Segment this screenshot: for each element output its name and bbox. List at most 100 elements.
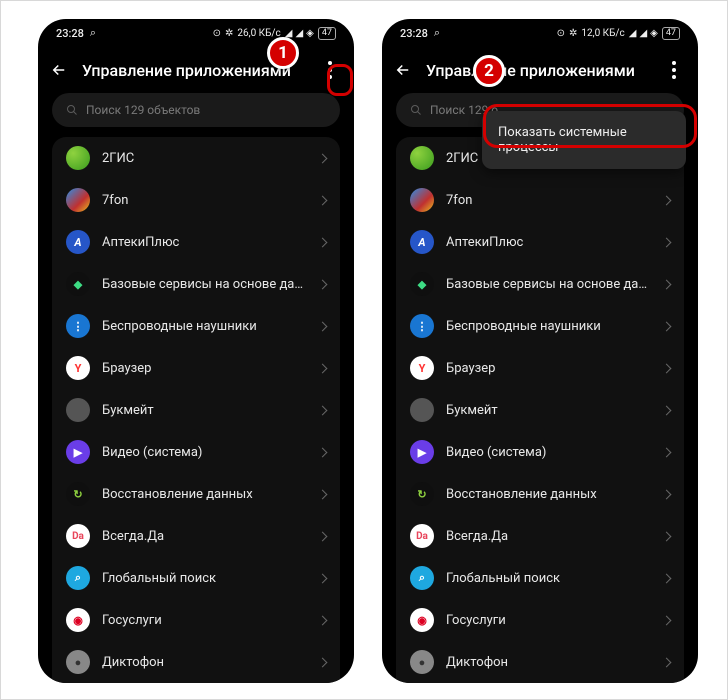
app-row[interactable]: ↻Восстановление данных: [396, 473, 684, 515]
app-name-label: Браузер: [446, 361, 651, 376]
chevron-right-icon: [318, 405, 328, 415]
alarm-icon: ⊙: [557, 28, 565, 39]
status-time: 23:28: [400, 27, 428, 40]
app-icon: Da: [66, 524, 90, 548]
page-title: Управление приложениями: [426, 61, 648, 80]
app-name-label: 7fon: [102, 193, 307, 208]
status-bar: 23:28 ⌕ ⊙ ✲ 26,0 КБ/с ◢ ◢ ◈ 47: [38, 19, 354, 47]
chevron-right-icon: [318, 321, 328, 331]
app-icon: ▶: [410, 440, 434, 464]
app-name-label: Базовые сервисы на основе данных: [446, 277, 651, 292]
app-row[interactable]: ◉Госуслуги: [52, 599, 340, 641]
app-row[interactable]: A АптекиПлюс: [52, 221, 340, 263]
app-icon: ⋮: [410, 314, 434, 338]
back-button[interactable]: [50, 61, 68, 79]
app-row[interactable]: YБраузер: [52, 347, 340, 389]
app-icon: Da: [410, 524, 434, 548]
chevron-right-icon: [318, 195, 328, 205]
app-icon: ⌕: [66, 566, 90, 590]
net-speed: 26,0 КБ/с: [237, 28, 280, 39]
chevron-right-icon: [318, 531, 328, 541]
app-name-label: АптекиПлюс: [446, 235, 651, 250]
app-name-label: Госуслуги: [446, 613, 651, 628]
app-row[interactable]: A АптекиПлюс: [396, 221, 684, 263]
app-row[interactable]: ▶ Видео (система): [396, 431, 684, 473]
app-icon: [410, 146, 434, 170]
chevron-right-icon: [318, 447, 328, 457]
phone-screenshot-1: 23:28 ⌕ ⊙ ✲ 26,0 КБ/с ◢ ◢ ◈ 47 Управлени…: [38, 19, 354, 683]
search-icon: [410, 104, 422, 116]
app-row[interactable]: ● Диктофон: [396, 641, 684, 683]
app-row[interactable]: Букмейт: [396, 389, 684, 431]
app-row[interactable]: ●Диктофон: [52, 641, 340, 683]
app-header: Управление приложениями: [382, 47, 698, 93]
app-row[interactable]: ↻Восстановление данных: [52, 473, 340, 515]
app-name-label: Восстановление данных: [102, 487, 307, 502]
app-icon: ●: [410, 650, 434, 674]
app-row[interactable]: YБраузер: [396, 347, 684, 389]
app-icon: [66, 398, 90, 422]
app-header: Управление приложениями: [38, 47, 354, 93]
app-row[interactable]: Da Всегда.Да: [396, 515, 684, 557]
app-icon: Y: [66, 356, 90, 380]
chevron-right-icon: [318, 615, 328, 625]
app-row[interactable]: ⌕ Глобальный поиск: [52, 557, 340, 599]
app-list-1: 2ГИС 7fon A АптекиПлюс ◆Базовые сервисы на о…: [52, 137, 340, 683]
chevron-right-icon: [318, 573, 328, 583]
chevron-right-icon: [662, 405, 672, 415]
app-icon: [410, 188, 434, 212]
app-row[interactable]: ▶Видео (система): [52, 431, 340, 473]
app-row[interactable]: ⌕ Глобальный поиск: [396, 557, 684, 599]
app-icon: [410, 398, 434, 422]
app-name-label: Всегда.Да: [446, 529, 651, 544]
battery-indicator: 47: [318, 27, 336, 40]
chevron-right-icon: [318, 363, 328, 373]
signal-icon-2: ◢: [639, 28, 646, 39]
chevron-right-icon: [318, 279, 328, 289]
bluetooth-icon: ✲: [225, 28, 233, 39]
app-name-label: АптекиПлюс: [102, 235, 307, 250]
chevron-right-icon: [662, 489, 672, 499]
app-icon: [66, 188, 90, 212]
more-options-button[interactable]: [662, 58, 686, 82]
callout-badge-2: 2: [473, 55, 505, 87]
status-time: 23:28: [56, 27, 84, 40]
chevron-right-icon: [318, 489, 328, 499]
app-row[interactable]: 7fon: [396, 179, 684, 221]
app-icon: ⋮: [66, 314, 90, 338]
search-icon: [66, 104, 78, 116]
callout-badge-1: 1: [267, 37, 299, 69]
app-name-label: 2ГИС: [102, 151, 307, 166]
search-status-icon: ⌕: [90, 26, 96, 40]
search-input[interactable]: Поиск 129 объектов: [52, 93, 340, 127]
app-row[interactable]: ⋮Беспроводные наушники: [396, 305, 684, 347]
app-row[interactable]: 7fon: [52, 179, 340, 221]
chevron-right-icon: [662, 321, 672, 331]
app-icon: ◆: [410, 272, 434, 296]
app-row[interactable]: ◆Базовые сервисы на основе данных: [52, 263, 340, 305]
app-icon: A: [66, 230, 90, 254]
callout-highlight-1: [327, 64, 353, 96]
chevron-right-icon: [662, 447, 672, 457]
app-name-label: Букмейт: [102, 403, 307, 418]
app-row[interactable]: ⋮Беспроводные наушники: [52, 305, 340, 347]
back-button[interactable]: [394, 61, 412, 79]
app-name-label: Глобальный поиск: [102, 571, 307, 586]
app-row[interactable]: 2ГИС: [52, 137, 340, 179]
chevron-right-icon: [662, 195, 672, 205]
app-row[interactable]: ◆ Базовые сервисы на основе данных: [396, 263, 684, 305]
app-row[interactable]: DaВсегда.Да: [52, 515, 340, 557]
app-name-label: Глобальный поиск: [446, 571, 651, 586]
app-name-label: Видео (система): [446, 445, 651, 460]
chevron-right-icon: [662, 531, 672, 541]
app-row[interactable]: ◉Госуслуги: [396, 599, 684, 641]
app-icon: ⌕: [410, 566, 434, 590]
app-name-label: Госуслуги: [102, 613, 307, 628]
signal-icon: ◢: [629, 28, 636, 39]
alarm-icon: ⊙: [213, 28, 221, 39]
signal-icon-2: ◢: [295, 28, 302, 39]
app-icon: A: [410, 230, 434, 254]
chevron-right-icon: [662, 363, 672, 373]
app-name-label: Диктофон: [446, 655, 651, 670]
app-row[interactable]: Букмейт: [52, 389, 340, 431]
